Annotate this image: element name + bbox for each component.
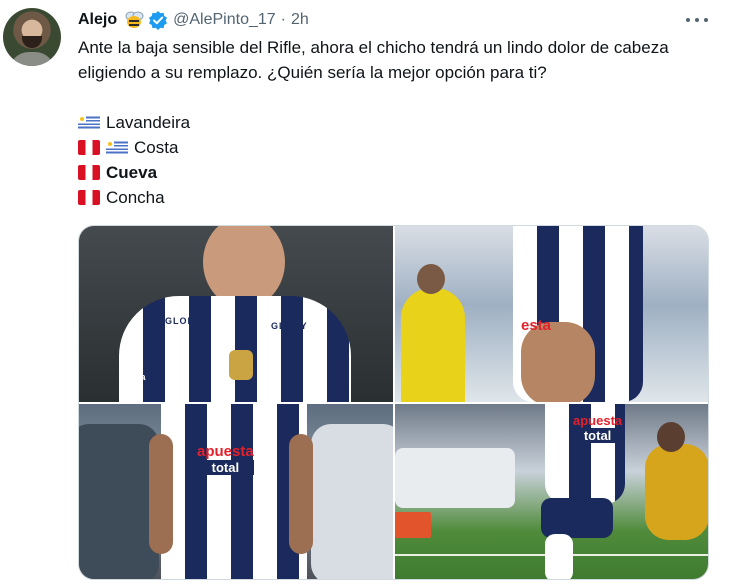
photo-4[interactable]: apuesta total — [395, 404, 708, 579]
player-arm — [521, 322, 595, 402]
opponent-head — [657, 422, 685, 452]
player-shorts — [541, 498, 613, 538]
crowd-right — [311, 424, 393, 579]
media-grid: GLORY GLORY Arica esta apuesta total apu… — [78, 225, 709, 580]
sleeve-sponsor: Arica — [119, 372, 147, 382]
more-options-icon[interactable] — [686, 10, 708, 30]
opponent-head — [417, 264, 445, 294]
photo-2[interactable]: esta — [395, 226, 708, 402]
sponsor-logo: apuesta total — [197, 444, 254, 475]
option-costa: Costa — [78, 135, 190, 160]
jersey-brand-left: GLORY — [165, 316, 202, 326]
author-name[interactable]: Alejo — [78, 11, 117, 29]
sponsor-logo: esta — [521, 317, 552, 334]
crowd-left — [79, 424, 159, 579]
options-list: Lavandeira Costa Cueva Concha — [78, 110, 190, 210]
sponsor-bottom: total — [197, 460, 254, 475]
option-cueva: Cueva — [78, 160, 190, 185]
sponsor-bottom: total — [573, 428, 623, 443]
photo-3[interactable]: apuesta total — [79, 404, 393, 579]
separator-dot: · — [280, 11, 286, 28]
avatar[interactable] — [3, 8, 61, 66]
stadium-roof — [395, 448, 515, 508]
verified-badge-icon — [148, 10, 168, 30]
photo-1[interactable]: GLORY GLORY Arica — [79, 226, 393, 402]
peru-flag-icon — [78, 140, 100, 155]
option-name: Lavandeira — [106, 113, 191, 132]
player-jersey — [161, 404, 307, 579]
ad-board — [395, 512, 431, 538]
opponent-player — [401, 288, 465, 402]
jersey-brand-right: GLORY — [271, 321, 308, 331]
author-handle[interactable]: @AlePinto_17 — [173, 11, 276, 29]
opponent-player — [645, 444, 708, 540]
player-legs — [545, 534, 573, 579]
player-jersey — [119, 296, 351, 402]
peru-flag-icon — [78, 190, 100, 205]
tweet-header: Alejo @AlePinto_17 · 2h — [78, 9, 309, 31]
option-name: Concha — [106, 188, 165, 207]
bee-icon — [123, 10, 145, 30]
jersey-crest — [229, 350, 253, 380]
option-concha: Concha — [78, 185, 190, 210]
peru-flag-icon — [78, 165, 100, 180]
uruguay-flag-icon — [106, 140, 128, 155]
player-arm-left — [149, 434, 173, 554]
sponsor-top: apuesta — [573, 413, 623, 428]
uruguay-flag-icon — [78, 115, 100, 130]
sponsor-top: apuesta — [197, 443, 254, 460]
avatar-shirt — [9, 52, 55, 66]
option-name: Costa — [134, 138, 179, 157]
option-lavandeira: Lavandeira — [78, 110, 190, 135]
tweet-timestamp[interactable]: 2h — [291, 11, 309, 29]
tweet[interactable]: Alejo @AlePinto_17 · 2h Ante la baja sen… — [0, 0, 735, 586]
sponsor-logo: apuesta total — [573, 413, 623, 443]
tweet-text: Ante la baja sensible del Rifle, ahora e… — [78, 38, 669, 82]
option-name: Cueva — [106, 163, 158, 182]
avatar-beard — [22, 36, 42, 48]
player-arm-right — [289, 434, 313, 554]
